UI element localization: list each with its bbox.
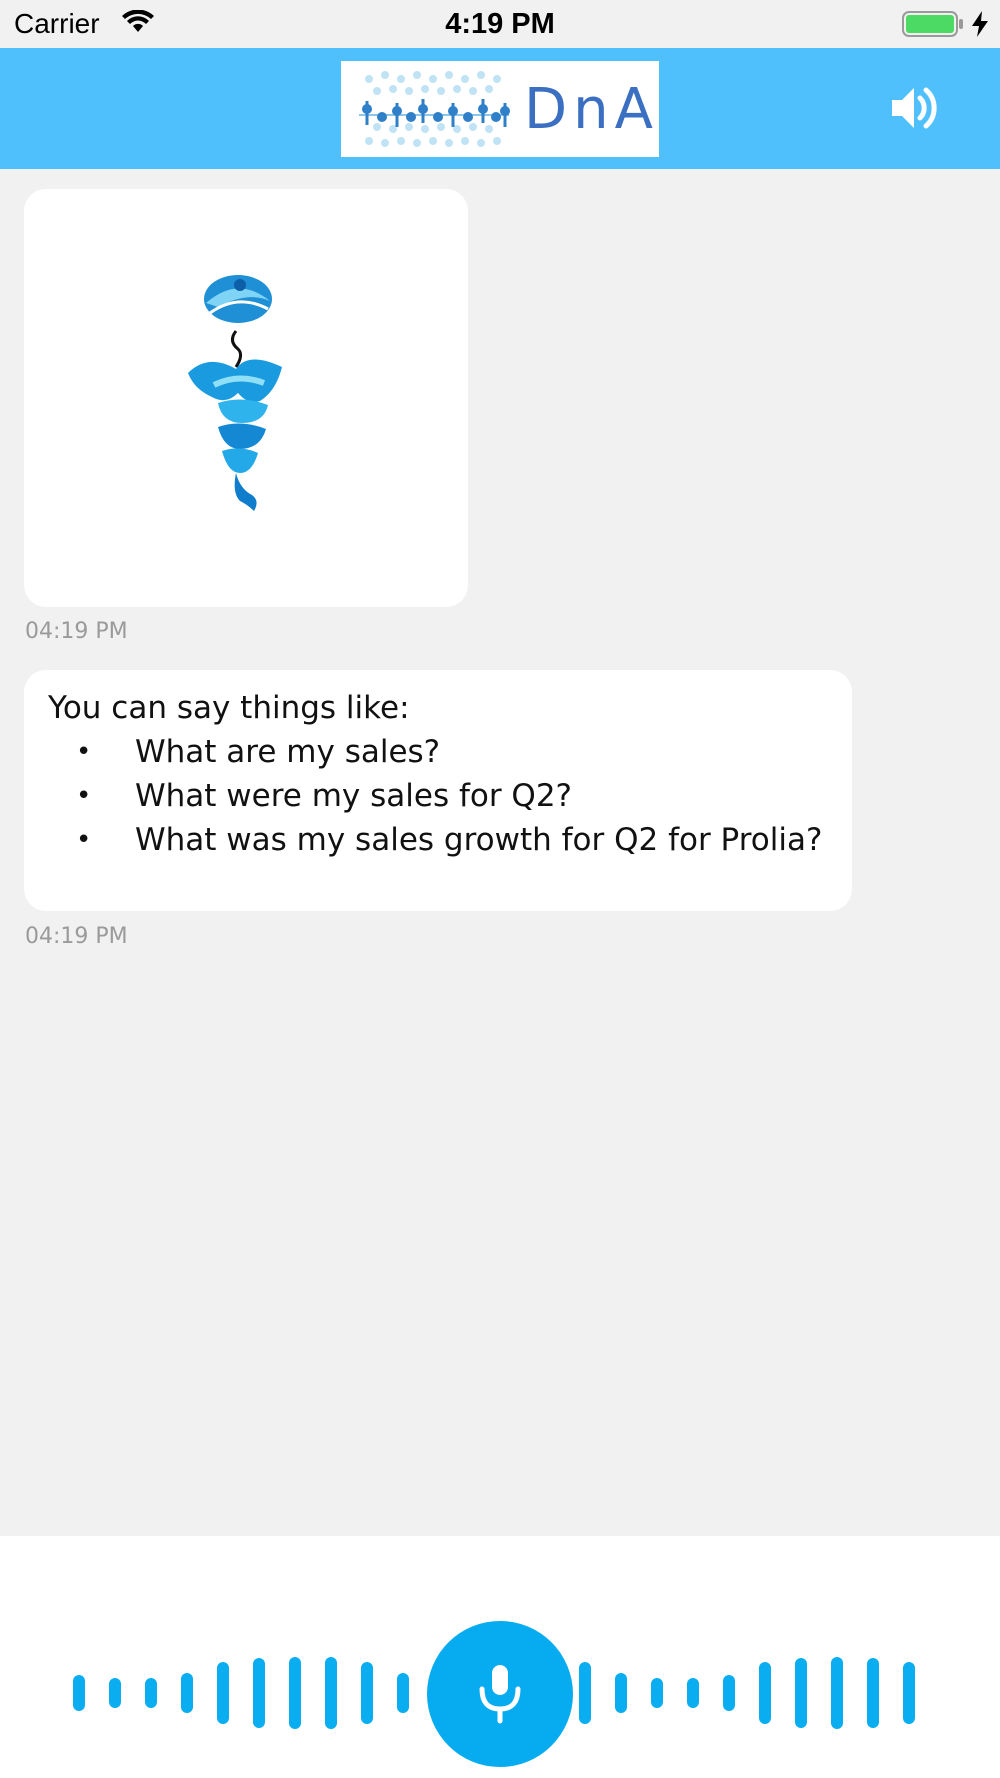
status-bar: Carrier 4:19 PM (0, 0, 1000, 48)
charging-bolt-icon (970, 10, 990, 43)
chat-thread: 04:19 PM You can say things like: • What… (0, 169, 1000, 1536)
waveform-bar (903, 1662, 915, 1724)
waveform-bar (651, 1678, 663, 1708)
genie-illustration (188, 275, 282, 511)
clock-time: 4:19 PM (445, 8, 555, 40)
waveform-bar (217, 1662, 229, 1724)
app-header: DnA (0, 48, 1000, 169)
waveform-bar (397, 1673, 409, 1713)
voice-input-bar (0, 1536, 1000, 1778)
message-timestamp: 04:19 PM (25, 924, 128, 949)
waveform-bar (687, 1678, 699, 1708)
waveform-bar (181, 1673, 193, 1713)
suggestion-item[interactable]: • What are my sales? (48, 730, 852, 774)
microphone-icon (479, 1665, 521, 1724)
bullet: • (76, 825, 92, 855)
bullet: • (76, 737, 92, 767)
dna-logo: DnA (341, 61, 659, 157)
text-message-bubble: You can say things like: • What are my s… (24, 670, 852, 911)
logo-text: DnA (524, 77, 659, 142)
waveform-bar (361, 1662, 373, 1724)
battery-icon (902, 10, 964, 43)
bullet: • (76, 781, 92, 811)
speaker-volume-icon[interactable] (888, 84, 940, 137)
waveform-bar (723, 1675, 735, 1711)
suggestion-item[interactable]: • What was my sales growth for Q2 for Pr… (48, 818, 852, 862)
waveform-bar (867, 1658, 879, 1728)
message-timestamp: 04:19 PM (25, 619, 128, 644)
waveform-bar (73, 1675, 85, 1711)
suggestion-list: • What are my sales? • What were my sale… (48, 730, 852, 862)
waveform-bar (759, 1662, 771, 1724)
waveform-bar (253, 1658, 265, 1728)
waveform-bar (145, 1678, 157, 1708)
suggestion-text: What were my sales for Q2? (135, 778, 573, 814)
message-intro: You can say things like: (48, 690, 410, 726)
image-message-bubble (24, 189, 468, 607)
waveform-bar (325, 1657, 337, 1729)
waveform-bar (579, 1662, 591, 1724)
suggestion-text: What was my sales growth for Q2 for Prol… (135, 822, 823, 858)
waveform-bar (289, 1657, 301, 1729)
logo-dots-graphic (359, 71, 510, 147)
microphone-button[interactable] (427, 1621, 573, 1767)
waveform-bar (109, 1678, 121, 1708)
suggestion-item[interactable]: • What were my sales for Q2? (48, 774, 852, 818)
waveform-bar (615, 1673, 627, 1713)
waveform-bar (795, 1658, 807, 1728)
waveform-bar (831, 1657, 843, 1729)
suggestion-text: What are my sales? (135, 734, 441, 770)
